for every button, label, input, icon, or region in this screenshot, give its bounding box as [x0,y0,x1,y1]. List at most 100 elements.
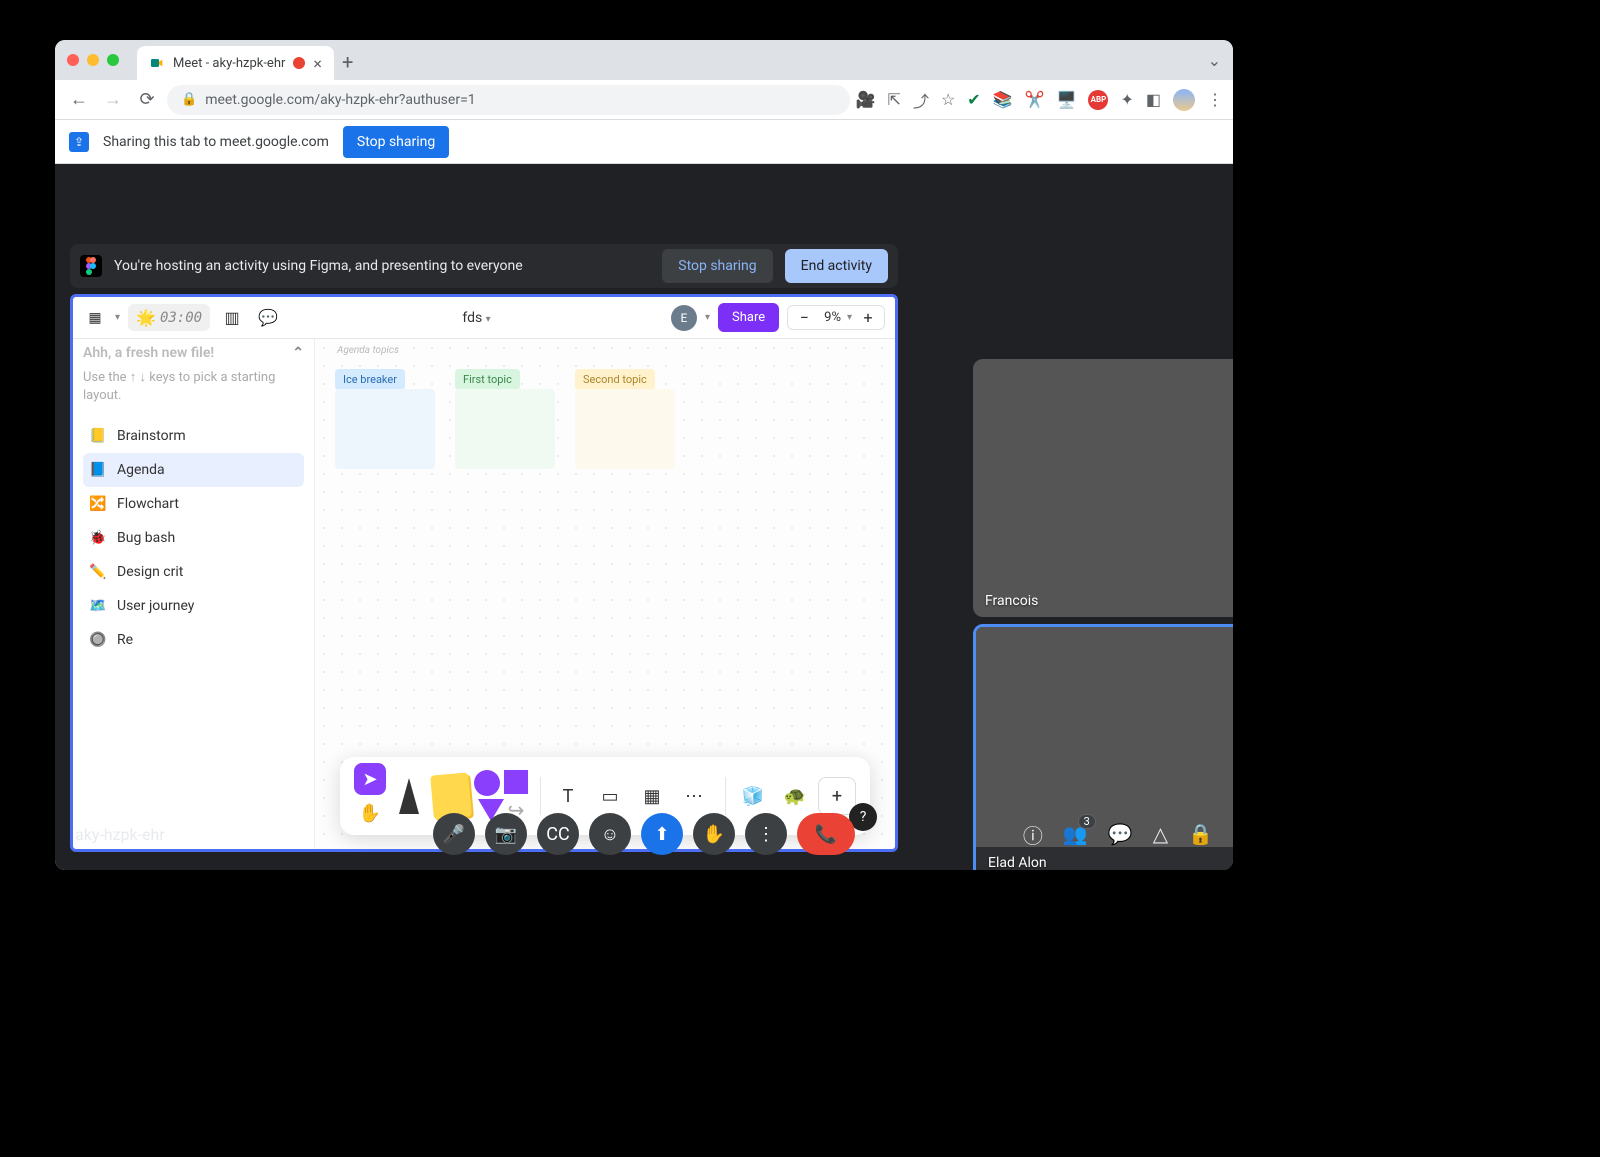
zoom-value[interactable]: 9% [820,310,845,325]
extension-monitor-icon[interactable]: 🖥️ [1057,90,1077,109]
meeting-info-icon[interactable]: ⓘ [1023,820,1043,849]
chrome-stop-sharing-button[interactable]: Stop sharing [343,126,449,158]
maximize-window-icon[interactable] [107,54,119,66]
zoom-controls: − 9% ▾ + [787,305,885,330]
more-controls-button[interactable]: ⋮ [745,813,787,855]
share-page-icon[interactable]: ⤴ [913,88,929,112]
collaborator-avatar[interactable]: E [671,305,697,331]
participant-video [973,359,1233,617]
end-activity-button[interactable]: End activity [785,249,888,283]
back-button[interactable]: ← [65,89,93,110]
layout-item-design-crit[interactable]: ✏️ Design crit [83,555,304,589]
activities-icon[interactable]: △ [1153,822,1168,846]
microphone-button[interactable]: 🎤 [433,813,475,855]
end-call-button[interactable]: 📞 [797,813,855,855]
timer-value: 03:00 [160,310,202,326]
browser-menu-icon[interactable]: ⋮ [1207,90,1223,109]
chat-icon[interactable]: 💬 [1108,822,1133,846]
map-icon: 🗺️ [89,597,107,615]
brainstorm-icon: 📒 [89,427,107,445]
people-icon[interactable]: 👥3 [1063,822,1088,846]
camera-icon[interactable]: 🎥 [856,90,876,109]
raise-hand-button[interactable]: ✋ [693,813,735,855]
browser-tab[interactable]: Meet - aky-hzpk-ehr × [137,46,334,80]
host-controls-icon[interactable]: 🔒 [1188,822,1213,846]
zoom-chevron-icon[interactable]: ▾ [847,312,852,323]
url-bar: ← → ⟳ 🔒 meet.google.com/aky-hzpk-ehr?aut… [55,80,1233,120]
figma-canvas[interactable]: Agenda topics Ice breaker First topic Se… [315,339,895,849]
figma-toolbar: ▦ ▾ 🌟 03:00 ▥ 💬 fds ▾ E ▾ Share − 9% [73,297,895,339]
agenda-col-1[interactable]: Ice breaker [335,369,405,390]
meet-favicon-icon [149,55,165,71]
zoom-in-button[interactable]: + [854,308,882,327]
minimize-window-icon[interactable] [87,54,99,66]
layout-item-flowchart[interactable]: 🔀 Flowchart [83,487,304,521]
url-text: meet.google.com/aky-hzpk-ehr?authuser=1 [205,92,475,108]
layout-item-more[interactable]: 🔘 Re [83,623,304,657]
address-bar[interactable]: 🔒 meet.google.com/aky-hzpk-ehr?authuser=… [167,85,850,115]
open-external-icon[interactable]: ⇱ [888,90,901,109]
extension-shield-icon[interactable]: ✔ [967,90,980,109]
forward-button[interactable]: → [99,89,127,110]
right-controls: ⓘ 👥3 💬 △ 🔒 [1023,820,1213,849]
figma-logo-icon [80,255,102,277]
meet-controls-bar: aky-hzpk-ehr 🎤 📷 CC ☺ ⬆ ✋ ⋮ 📞 ⓘ 👥3 💬 △ 🔒 [55,798,1233,870]
meeting-code: aky-hzpk-ehr [75,825,165,844]
agenda-col-3[interactable]: Second topic [575,369,655,390]
avatar-chevron-icon[interactable]: ▾ [705,312,710,323]
profile-avatar[interactable] [1173,89,1195,111]
layout-label: Bug bash [117,530,175,546]
side-panel-icon[interactable]: ◧ [1146,90,1161,109]
extension-books-icon[interactable]: 📚 [993,90,1013,109]
layout-item-brainstorm[interactable]: 📒 Brainstorm [83,419,304,453]
present-button[interactable]: ⬆ [641,813,683,855]
reload-button[interactable]: ⟳ [133,89,161,110]
layout-label: Brainstorm [117,428,186,444]
layout-label: Design crit [117,564,183,580]
participant-tile-francois[interactable]: 🎤 Francois [973,359,1233,617]
comment-icon[interactable]: 💬 [254,304,282,332]
captions-button[interactable]: CC [537,813,579,855]
circle-shape-icon[interactable] [474,770,500,796]
agenda-icon: 📘 [89,461,107,479]
figma-share-button[interactable]: Share [718,303,779,332]
radio-icon: 🔘 [89,631,107,649]
close-tab-icon[interactable]: × [313,54,322,73]
zoom-out-button[interactable]: − [790,308,818,327]
agenda-col-2[interactable]: First topic [455,369,520,390]
browser-window: Meet - aky-hzpk-ehr × + ⌄ ← → ⟳ 🔒 meet.g… [55,40,1233,870]
new-tab-button[interactable]: + [342,46,353,74]
design-icon: ✏️ [89,563,107,581]
layout-label: User journey [117,598,194,614]
filename-chevron-icon[interactable]: ▾ [486,314,491,325]
figma-filename[interactable]: fds [462,310,482,326]
layout-item-bug-bash[interactable]: 🐞 Bug bash [83,521,304,555]
layout-item-agenda[interactable]: 📘 Agenda [83,453,304,487]
figjam-logo-icon[interactable]: ▦ [83,310,107,326]
stop-sharing-button[interactable]: Stop sharing [662,249,772,283]
camera-button[interactable]: 📷 [485,813,527,855]
extension-scissors-icon[interactable]: ✂️ [1025,90,1045,109]
extensions-puzzle-icon[interactable]: ✦ [1120,90,1133,109]
layout-grid-icon[interactable]: ▥ [218,304,246,332]
extension-abp-icon[interactable]: ABP [1088,90,1108,110]
recording-indicator-icon [293,57,305,69]
layout-item-user-journey[interactable]: 🗺️ User journey [83,589,304,623]
reactions-button[interactable]: ☺ [589,813,631,855]
collapse-panel-icon[interactable]: ⌃ [292,345,304,361]
close-window-icon[interactable] [67,54,79,66]
agenda-body-3[interactable] [575,389,675,469]
extension-icons: 🎥 ⇱ ⤴ ☆ ✔ 📚 ✂️ 🖥️ ABP ✦ ◧ ⋮ [856,88,1223,112]
chevron-down-icon[interactable]: ▾ [115,312,120,323]
agenda-body-1[interactable] [335,389,435,469]
window-dropdown-icon[interactable]: ⌄ [1208,51,1221,70]
cursor-tool-icon[interactable]: ➤ [354,763,386,795]
participant-name: Francois [985,593,1038,609]
timer-widget[interactable]: 🌟 03:00 [128,304,210,331]
bookmark-icon[interactable]: ☆ [941,90,955,109]
share-screen-icon: ⇪ [69,132,89,152]
timer-icon: 🌟 [136,308,156,327]
square-shape-icon[interactable] [504,770,528,794]
agenda-body-2[interactable] [455,389,555,469]
bug-icon: 🐞 [89,529,107,547]
